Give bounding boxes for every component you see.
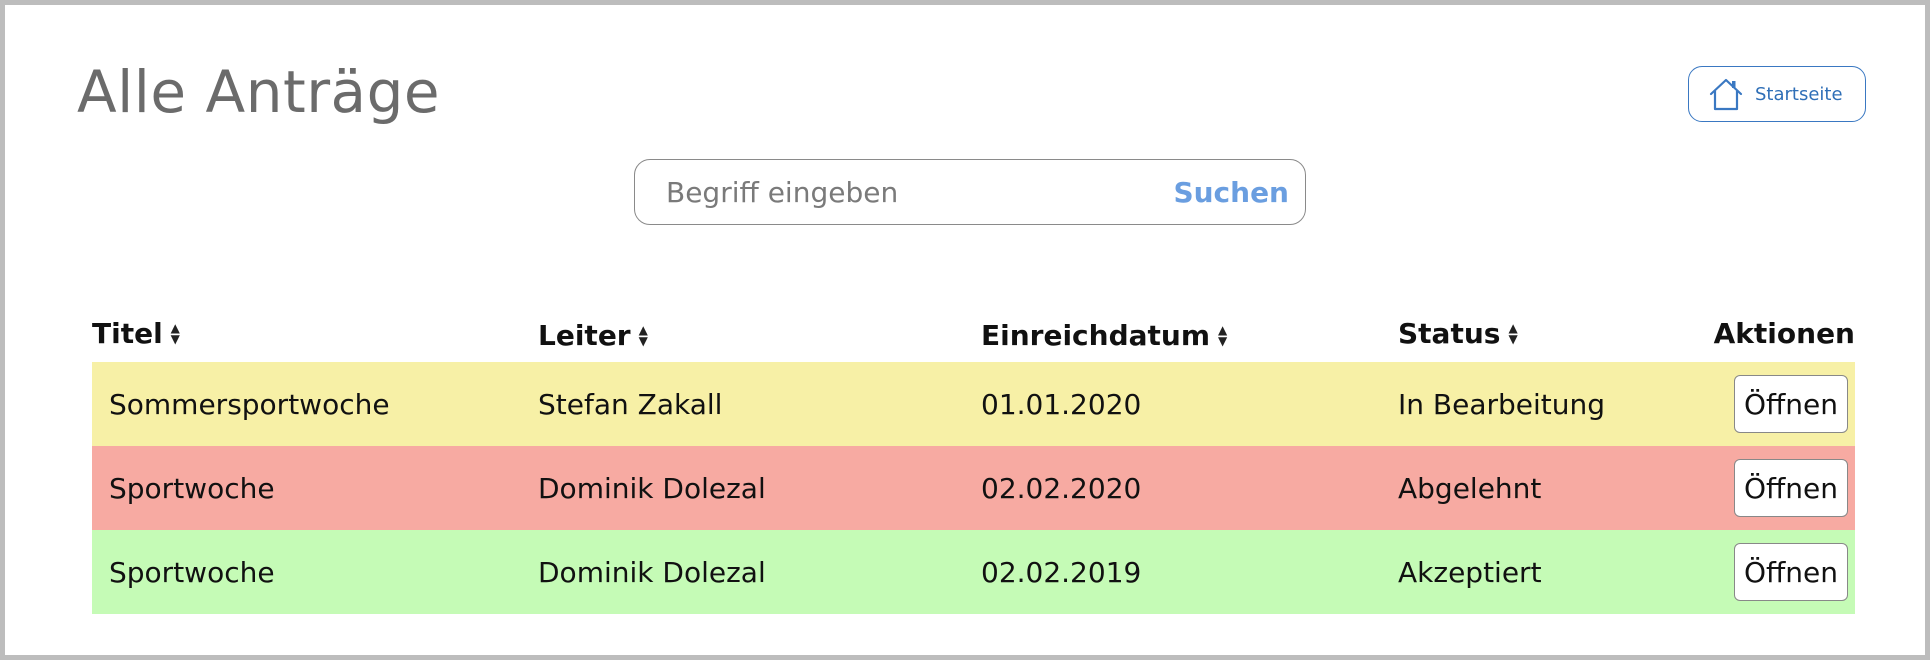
table-row: Sportwoche Dominik Dolezal 02.02.2020 Ab…: [92, 446, 1855, 530]
cell-titel: Sportwoche: [109, 472, 275, 505]
column-header-leiter[interactable]: Leiter ▲ ▼: [538, 319, 648, 352]
column-header-einreichdatum[interactable]: Einreichdatum ▲ ▼: [981, 319, 1227, 352]
column-header-label: Aktionen: [1713, 317, 1855, 350]
page-title: Alle Anträge: [77, 58, 441, 126]
cell-titel: Sportwoche: [109, 556, 275, 589]
cell-leiter: Dominik Dolezal: [538, 472, 766, 505]
cell-einreichdatum: 01.01.2020: [981, 388, 1142, 421]
search-input[interactable]: [635, 159, 1164, 225]
table-row: Sportwoche Dominik Dolezal 02.02.2019 Ak…: [92, 530, 1855, 614]
column-header-label: Status: [1398, 317, 1501, 350]
home-button-label: Startseite: [1755, 83, 1843, 105]
table-row: Sommersportwoche Stefan Zakall 01.01.202…: [92, 362, 1855, 446]
open-button[interactable]: Öffnen: [1734, 543, 1848, 601]
cell-leiter: Dominik Dolezal: [538, 556, 766, 589]
open-button[interactable]: Öffnen: [1734, 375, 1848, 433]
sort-icon[interactable]: ▲ ▼: [171, 322, 180, 345]
page-frame: Alle Anträge Startseite Suchen Titel ▲▼ …: [0, 0, 1930, 660]
sort-icon[interactable]: ▲ ▼: [1508, 322, 1517, 345]
cell-status: In Bearbeitung: [1398, 388, 1606, 421]
home-button[interactable]: Startseite: [1688, 66, 1866, 122]
cell-einreichdatum: 02.02.2020: [981, 472, 1142, 505]
table-header: Titel ▲ ▼ Leiter ▲ ▼ Einreichdatum ▲ ▼ Stat…: [92, 305, 1855, 362]
column-header-aktionen: Aktionen: [1714, 317, 1855, 350]
column-header-label: Titel: [92, 317, 163, 350]
search-bar: Suchen: [634, 159, 1306, 225]
cell-einreichdatum: 02.02.2019: [981, 556, 1142, 589]
column-header-label: Einreichdatum: [981, 319, 1211, 352]
sort-icon[interactable]: ▲ ▼: [639, 324, 648, 347]
column-header-label: Leiter: [538, 319, 631, 352]
sort-icon[interactable]: ▲ ▼: [1218, 324, 1227, 347]
cell-leiter: Stefan Zakall: [538, 388, 723, 421]
search-button[interactable]: Suchen: [1163, 176, 1305, 209]
cell-titel: Sommersportwoche: [109, 388, 390, 421]
applications-table: Titel ▲ ▼ Leiter ▲ ▼ Einreichdatum ▲ ▼ Stat…: [92, 305, 1855, 614]
open-button[interactable]: Öffnen: [1734, 459, 1848, 517]
cell-status: Abgelehnt: [1398, 472, 1542, 505]
home-icon: [1707, 75, 1745, 113]
column-header-titel[interactable]: Titel ▲ ▼: [92, 317, 180, 350]
column-header-status[interactable]: Status ▲ ▼: [1398, 317, 1518, 350]
cell-status: Akzeptiert: [1398, 556, 1542, 589]
